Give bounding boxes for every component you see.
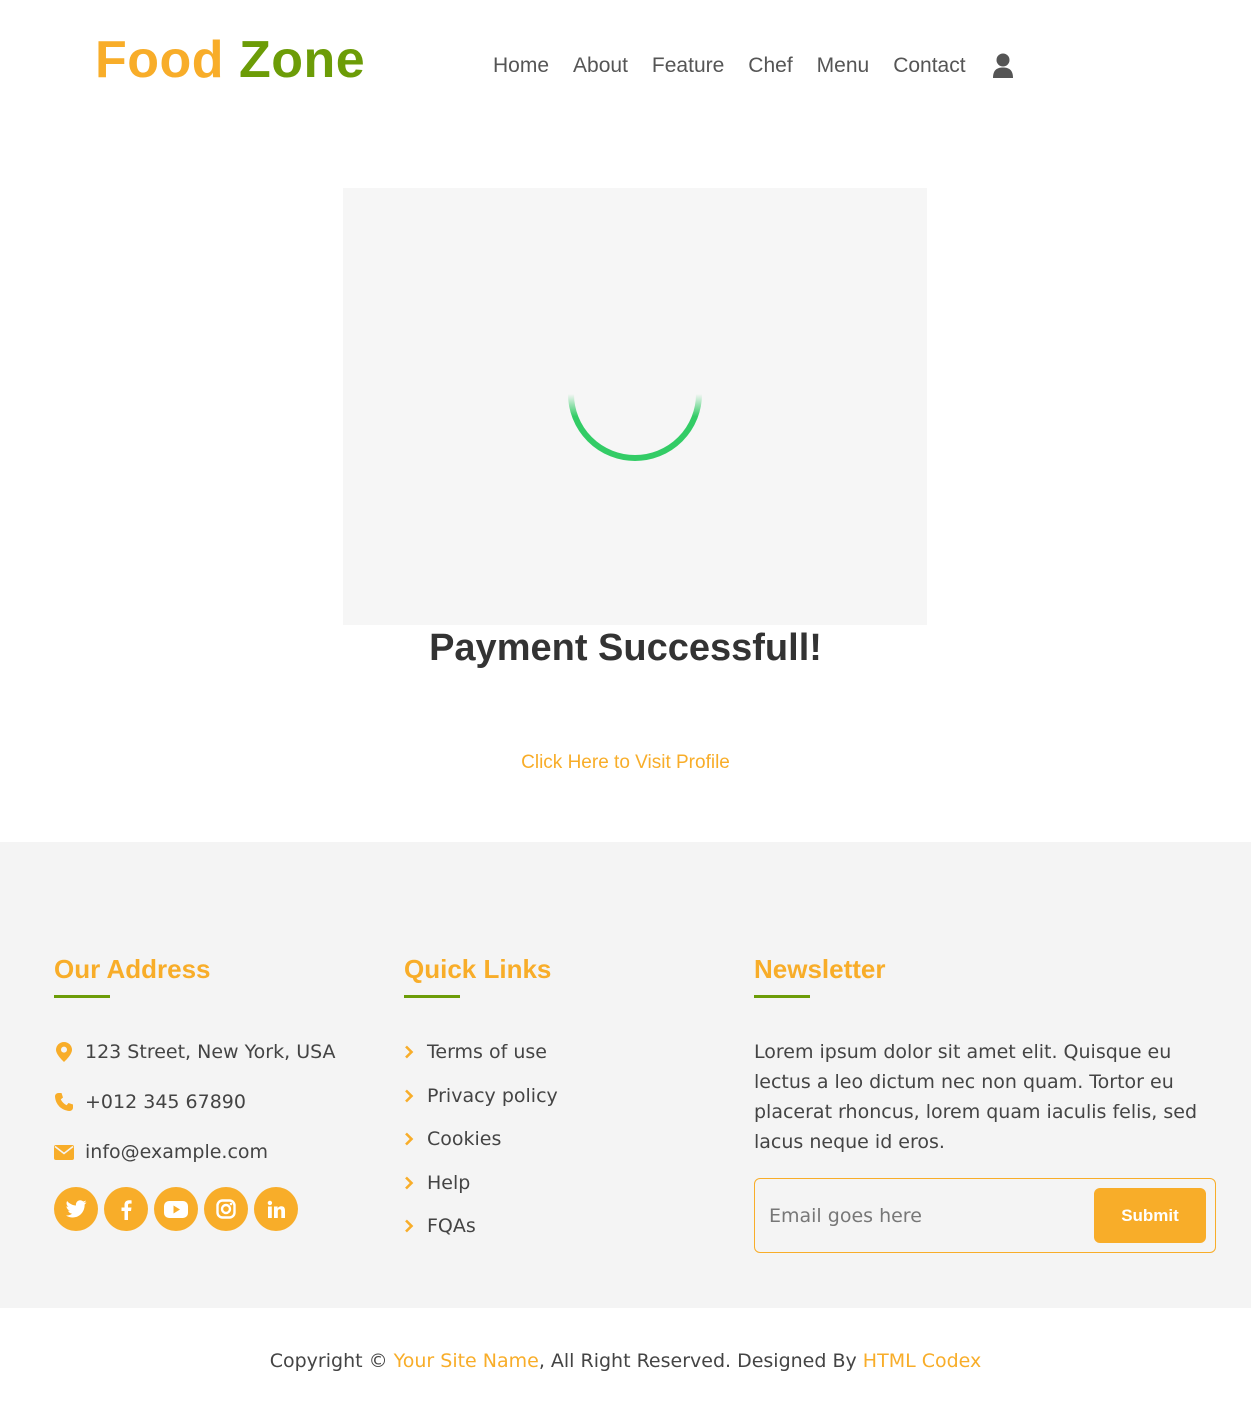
visit-profile-link[interactable]: Click Here to Visit Profile <box>0 750 1251 776</box>
phone-icon <box>54 1092 74 1112</box>
chevron-right-icon <box>404 1219 416 1233</box>
quick-link-faqs[interactable]: FQAs <box>404 1211 704 1241</box>
heading-underline <box>404 995 460 998</box>
address-phone-text: +012 345 67890 <box>85 1091 246 1113</box>
copyright-text: Copyright © Your Site Name, All Right Re… <box>0 1308 1251 1374</box>
quick-link-label: FQAs <box>427 1215 476 1237</box>
chevron-right-icon <box>404 1045 416 1059</box>
nav-contact[interactable]: Contact <box>893 52 965 80</box>
social-links <box>54 1187 374 1231</box>
nav-home[interactable]: Home <box>493 52 549 80</box>
address-phone: +012 345 67890 <box>54 1087 374 1117</box>
newsletter-email-input[interactable] <box>769 1197 1089 1235</box>
quick-link-help[interactable]: Help <box>404 1168 704 1198</box>
footer-address-column: Our Address 123 Street, New York, USA +0… <box>54 952 374 1231</box>
copyright-middle: , All Right Reserved. Designed By <box>538 1350 863 1372</box>
address-email: info@example.com <box>54 1137 374 1167</box>
youtube-icon[interactable] <box>154 1187 198 1231</box>
map-pin-icon <box>54 1042 74 1062</box>
address-email-text: info@example.com <box>85 1141 269 1163</box>
payment-success-title: Payment Successfull! <box>429 627 822 669</box>
brand-logo[interactable]: Food Zone <box>95 31 366 89</box>
nav-feature[interactable]: Feature <box>652 52 724 80</box>
newsletter-heading: Newsletter <box>754 954 886 984</box>
newsletter-form: Submit <box>754 1178 1216 1253</box>
main-nav: Home About Feature Chef Menu Contact <box>481 52 1014 80</box>
newsletter-submit-button[interactable]: Submit <box>1094 1188 1206 1243</box>
facebook-icon[interactable] <box>104 1187 148 1231</box>
instagram-icon[interactable] <box>204 1187 248 1231</box>
chevron-right-icon <box>404 1089 416 1103</box>
quick-link-label: Terms of use <box>427 1041 547 1063</box>
heading-underline <box>754 995 810 998</box>
brand-part-zone: Zone <box>239 31 366 89</box>
copyright-bar: Copyright © Your Site Name, All Right Re… <box>0 1308 1251 1414</box>
payment-status-panel <box>343 188 927 625</box>
nav-about[interactable]: About <box>573 52 628 80</box>
twitter-icon[interactable] <box>54 1187 98 1231</box>
footer-quick-links-column: Quick Links Terms of use Privacy policy … <box>404 952 704 1255</box>
site-footer: Our Address 123 Street, New York, USA +0… <box>0 842 1251 1308</box>
quick-link-label: Privacy policy <box>427 1084 558 1107</box>
envelope-icon <box>54 1142 74 1162</box>
brand-part-food: Food <box>95 31 225 89</box>
designer-link[interactable]: HTML Codex <box>863 1350 981 1372</box>
nav-chef[interactable]: Chef <box>748 52 792 80</box>
nav-menu[interactable]: Menu <box>817 52 870 80</box>
site-header: Food Zone Home About Feature Chef Menu C… <box>0 0 1251 130</box>
footer-newsletter-column: Newsletter Lorem ipsum dolor sit amet el… <box>754 952 1216 1253</box>
heading-underline <box>54 995 110 998</box>
quick-link-label: Cookies <box>427 1128 502 1150</box>
quick-link-privacy[interactable]: Privacy policy <box>404 1081 704 1111</box>
quick-link-label: Help <box>427 1171 471 1194</box>
chevron-right-icon <box>404 1176 416 1190</box>
user-icon[interactable] <box>992 53 1014 79</box>
linkedin-icon[interactable] <box>254 1187 298 1231</box>
address-street-text: 123 Street, New York, USA <box>85 1041 336 1063</box>
site-name-link[interactable]: Your Site Name <box>394 1350 539 1372</box>
chevron-right-icon <box>404 1132 416 1146</box>
newsletter-description: Lorem ipsum dolor sit amet elit. Quisque… <box>754 1041 1198 1153</box>
address-street: 123 Street, New York, USA <box>54 1037 374 1067</box>
loading-spinner-icon <box>568 391 702 461</box>
quick-link-cookies[interactable]: Cookies <box>404 1124 704 1154</box>
copyright-prefix: Copyright © <box>269 1350 394 1372</box>
quick-links-heading: Quick Links <box>404 954 552 984</box>
address-heading: Our Address <box>54 954 211 984</box>
quick-link-terms[interactable]: Terms of use <box>404 1037 704 1067</box>
